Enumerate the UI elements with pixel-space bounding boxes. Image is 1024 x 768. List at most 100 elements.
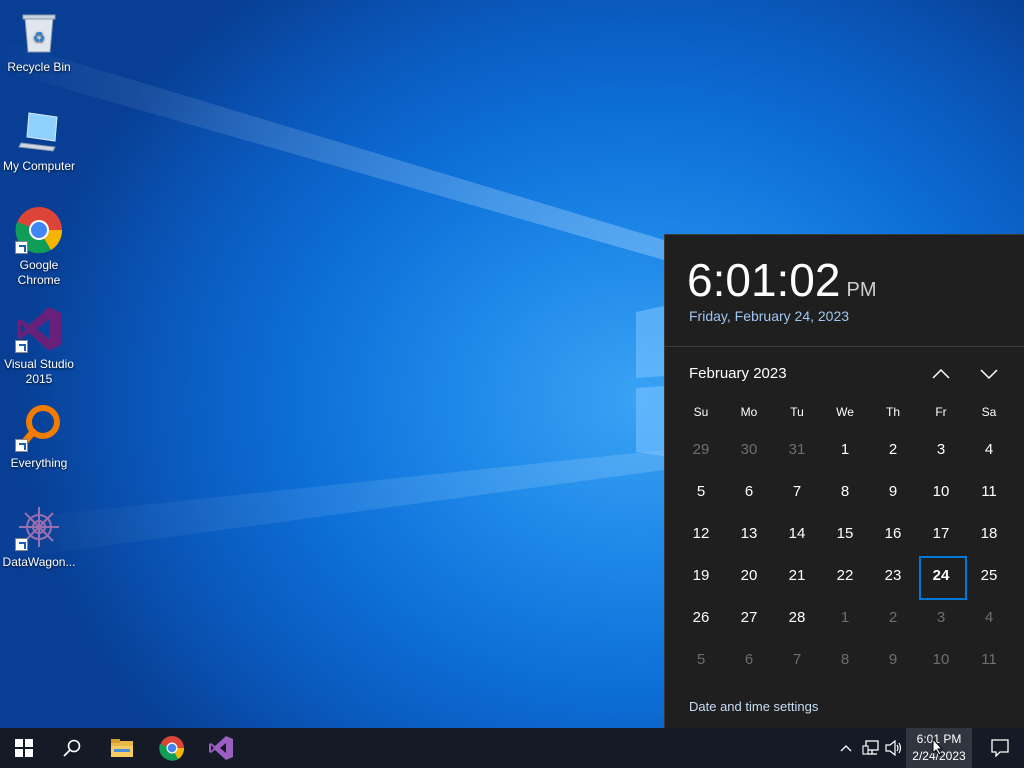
calendar-day[interactable]: 5 xyxy=(677,639,725,681)
weekday-label: Su xyxy=(693,405,709,419)
weekday-label: Mo xyxy=(740,405,758,419)
calendar-day[interactable]: 12 xyxy=(677,513,725,555)
show-hidden-icons-button[interactable] xyxy=(836,738,856,758)
visual-studio-icon xyxy=(209,736,233,760)
desktop-icon-visual-studio[interactable]: Visual Studio 2015 xyxy=(0,305,78,387)
speaker-icon xyxy=(885,740,902,756)
search-button[interactable] xyxy=(48,728,96,768)
calendar-day[interactable]: 23 xyxy=(869,555,917,597)
calendar-day[interactable]: 16 xyxy=(869,513,917,555)
next-month-button[interactable] xyxy=(975,361,1003,387)
calendar-day[interactable]: 14 xyxy=(773,513,821,555)
chevron-up-icon xyxy=(932,368,950,379)
shortcut-arrow-icon xyxy=(15,538,28,551)
desktop-icon-google-chrome[interactable]: Google Chrome xyxy=(0,206,78,288)
calendar-day[interactable]: 8 xyxy=(821,471,869,513)
calendar-day[interactable]: 29 xyxy=(677,429,725,471)
calendar-day[interactable]: 6 xyxy=(725,471,773,513)
calendar-day[interactable]: 13 xyxy=(725,513,773,555)
calendar-day-number: 11 xyxy=(981,483,997,500)
calendar-day[interactable]: 4 xyxy=(965,429,1013,471)
calendar-day[interactable]: 3 xyxy=(917,429,965,471)
calendar-day[interactable]: 25 xyxy=(965,555,1013,597)
calendar-day[interactable]: 11 xyxy=(965,639,1013,681)
calendar-day[interactable]: 7 xyxy=(773,639,821,681)
calendar-month-label[interactable]: February 2023 xyxy=(689,365,787,382)
flyout-time-value: 6:01:02 xyxy=(687,254,841,306)
calendar-day[interactable]: 19 xyxy=(677,555,725,597)
calendar-day-number: 15 xyxy=(836,525,854,542)
notification-icon xyxy=(991,739,1009,757)
calendar-day-number: 30 xyxy=(740,441,758,458)
calendar-day-today[interactable]: 24 xyxy=(917,555,967,600)
calendar-day[interactable]: 15 xyxy=(821,513,869,555)
desktop-icon-datawagon[interactable]: DataWagon... xyxy=(0,503,78,570)
calendar-day-number: 2 xyxy=(888,609,898,626)
calendar-day-number: 16 xyxy=(884,525,902,542)
desktop-icon-recycle-bin[interactable]: ♻ Recycle Bin xyxy=(0,8,78,75)
flyout-divider xyxy=(665,346,1024,347)
desktop-icon-my-computer[interactable]: My Computer xyxy=(0,107,78,174)
calendar-day[interactable]: 27 xyxy=(725,597,773,639)
chevron-down-icon xyxy=(980,369,998,380)
calendar-day[interactable]: 4 xyxy=(965,597,1013,639)
calendar-day[interactable]: 11 xyxy=(965,471,1013,513)
calendar-day[interactable]: 26 xyxy=(677,597,725,639)
calendar-day[interactable]: 17 xyxy=(917,513,965,555)
calendar-day-number: 14 xyxy=(788,525,806,542)
calendar-day[interactable]: 20 xyxy=(725,555,773,597)
date-time-settings-link[interactable]: Date and time settings xyxy=(689,699,818,714)
calendar-day[interactable]: 22 xyxy=(821,555,869,597)
calendar-day[interactable]: 2 xyxy=(869,597,917,639)
desktop-icon-label: My Computer xyxy=(2,159,76,173)
volume-button[interactable] xyxy=(884,738,904,758)
start-button[interactable] xyxy=(0,728,48,768)
calendar-day[interactable]: 31 xyxy=(773,429,821,471)
taskbar-visual-studio[interactable] xyxy=(197,728,245,768)
taskbar-file-explorer[interactable] xyxy=(98,728,146,768)
calendar-day-number: 27 xyxy=(740,609,758,626)
calendar-day[interactable]: 3 xyxy=(917,597,965,639)
taskbar: 6:01 PM 2/24/2023 xyxy=(0,728,1024,768)
calendar-day[interactable]: 9 xyxy=(869,471,917,513)
chevron-up-icon xyxy=(840,745,852,752)
calendar-day[interactable]: 1 xyxy=(821,429,869,471)
calendar-day-grid: 29 30 31 1 2 3 4 5 6 7 8 9 10 11 12 13 14 15 16 17 18 19 20 21 2… xyxy=(677,429,1013,681)
calendar-day-number: 8 xyxy=(840,483,850,500)
calendar-day[interactable]: 18 xyxy=(965,513,1013,555)
weekday-label: Fr xyxy=(935,405,947,419)
calendar-day-number: 23 xyxy=(884,567,902,584)
calendar-day-number: 10 xyxy=(932,483,950,500)
mouse-cursor-icon xyxy=(932,738,944,756)
calendar-day[interactable]: 8 xyxy=(821,639,869,681)
chrome-icon xyxy=(159,736,185,761)
calendar-day-number: 10 xyxy=(932,651,950,668)
calendar-day[interactable]: 2 xyxy=(869,429,917,471)
calendar-day[interactable]: 1 xyxy=(821,597,869,639)
calendar-day-number: 5 xyxy=(696,483,706,500)
my-computer-icon xyxy=(15,107,63,155)
calendar-day[interactable]: 28 xyxy=(773,597,821,639)
flyout-long-date[interactable]: Friday, February 24, 2023 xyxy=(689,308,849,324)
calendar-day[interactable]: 30 xyxy=(725,429,773,471)
calendar-day-number: 12 xyxy=(692,525,710,542)
calendar-day-number: 29 xyxy=(692,441,710,458)
calendar-day[interactable]: 10 xyxy=(917,471,965,513)
shortcut-arrow-icon xyxy=(15,439,28,452)
calendar-day-number: 17 xyxy=(932,525,950,542)
calendar-day[interactable]: 10 xyxy=(917,639,965,681)
calendar-day[interactable]: 6 xyxy=(725,639,773,681)
calendar-day[interactable]: 9 xyxy=(869,639,917,681)
action-center-button[interactable] xyxy=(976,728,1024,768)
desktop-icon-everything[interactable]: Everything xyxy=(0,404,78,471)
taskbar-chrome[interactable] xyxy=(148,728,196,768)
calendar-day[interactable]: 21 xyxy=(773,555,821,597)
network-button[interactable] xyxy=(861,738,881,758)
calendar-day-number: 26 xyxy=(692,609,710,626)
windows-logo-icon xyxy=(15,739,33,757)
previous-month-button[interactable] xyxy=(927,361,955,387)
calendar-day[interactable]: 5 xyxy=(677,471,725,513)
calendar-day-number: 7 xyxy=(792,483,802,500)
desktop-icon-label: DataWagon... xyxy=(2,555,76,569)
calendar-day[interactable]: 7 xyxy=(773,471,821,513)
